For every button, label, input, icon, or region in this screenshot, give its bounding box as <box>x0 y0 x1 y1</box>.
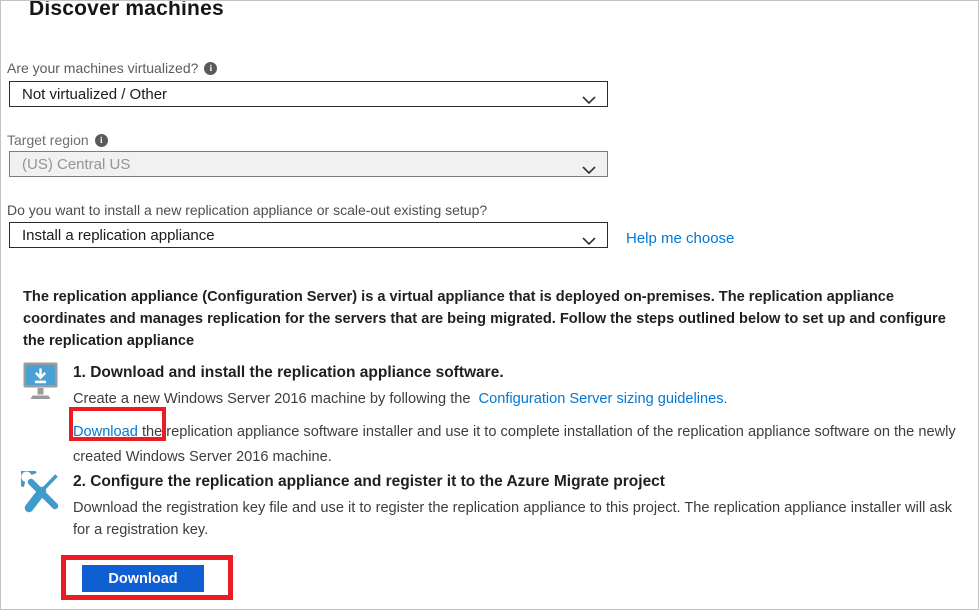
discover-machines-dialog: Discover machines Are your machines virt… <box>0 0 979 610</box>
chevron-down-icon <box>582 91 596 107</box>
step1-download-text: Download the replication appliance softw… <box>73 420 966 470</box>
virtualized-select[interactable]: Not virtualized / Other <box>9 81 608 107</box>
virtualized-label-text: Are your machines virtualized? <box>7 60 198 76</box>
download-installer-link[interactable]: Download <box>73 424 138 440</box>
red-highlight-box-download-button: Download <box>61 555 233 600</box>
virtualized-label: Are your machines virtualized? i <box>7 60 217 76</box>
info-icon: i <box>204 62 217 75</box>
tools-icon <box>21 471 61 522</box>
step1-body-rest: the replication appliance software insta… <box>73 424 956 465</box>
target-region-label-text: Target region <box>7 132 89 148</box>
step1-section: 1. Download and install the replication … <box>73 363 966 470</box>
chevron-down-icon <box>582 232 596 248</box>
target-region-select-value: (US) Central US <box>22 156 130 173</box>
target-region-select: (US) Central US <box>9 151 608 177</box>
info-icon: i <box>95 134 108 147</box>
target-region-label: Target region i <box>7 132 108 148</box>
step1-heading: 1. Download and install the replication … <box>73 363 966 383</box>
download-monitor-icon <box>23 362 58 412</box>
appliance-label-text: Do you want to install a new replication… <box>7 202 487 218</box>
step1-create-machine-text: Create a new Windows Server 2016 machine… <box>73 388 966 410</box>
page-title: Discover machines <box>29 0 224 21</box>
step2-heading: 2. Configure the replication appliance a… <box>73 472 968 492</box>
appliance-label: Do you want to install a new replication… <box>7 202 487 218</box>
virtualized-select-value: Not virtualized / Other <box>22 86 167 103</box>
step1-intro-text: Create a new Windows Server 2016 machine… <box>73 391 470 407</box>
appliance-select[interactable]: Install a replication appliance <box>9 222 608 248</box>
chevron-down-icon <box>582 161 596 177</box>
appliance-description: The replication appliance (Configuration… <box>23 286 961 352</box>
step2-body-text: Download the registration key file and u… <box>73 497 968 541</box>
sizing-guidelines-link[interactable]: Configuration Server sizing guidelines. <box>479 391 728 407</box>
help-me-choose-link[interactable]: Help me choose <box>626 230 734 247</box>
appliance-select-value: Install a replication appliance <box>22 227 215 244</box>
step2-section: 2. Configure the replication appliance a… <box>73 472 968 541</box>
download-key-button[interactable]: Download <box>82 565 204 592</box>
